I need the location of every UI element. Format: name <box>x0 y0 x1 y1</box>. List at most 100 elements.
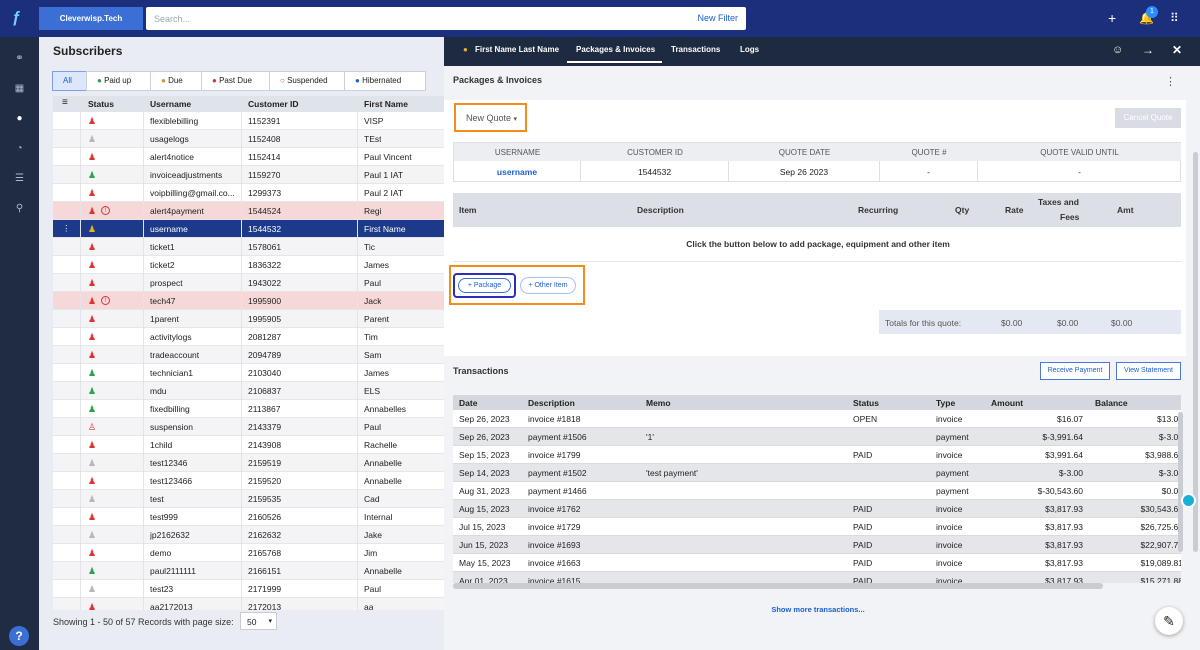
filter-past-due[interactable]: ● Past Due <box>201 71 270 91</box>
table-row[interactable]: ♟ test 2159535 Cad <box>53 490 445 508</box>
table-row[interactable]: ♟ alert4notice 1152414 Paul Vincent <box>53 148 445 166</box>
table-row[interactable]: ♟ ticket1 1578061 Tic <box>53 238 445 256</box>
search-input[interactable]: Search... <box>154 14 190 24</box>
username-cell: technician1 <box>150 368 194 378</box>
transaction-row[interactable]: Jun 15, 2023 invoice #1693 PAID invoice $3,8… <box>453 536 1181 554</box>
table-row[interactable]: ⋮ ♟ username 1544532 First Name <box>53 220 445 238</box>
tab-name[interactable]: First Name Last Name <box>475 45 559 54</box>
table-row[interactable]: ♟ prospect 1943022 Paul <box>53 274 445 292</box>
column-menu-icon[interactable]: ≡ <box>62 97 68 108</box>
filter-suspended[interactable]: ○ Suspended <box>269 71 345 91</box>
show-more-transactions-link[interactable]: Show more transactions... <box>444 605 1192 614</box>
add-icon[interactable]: + <box>1108 11 1116 25</box>
tab-packages-invoices[interactable]: Packages & Invoices <box>576 45 655 54</box>
tx-description: invoice #1615 <box>528 576 581 583</box>
col-first-name[interactable]: First Name <box>364 99 408 109</box>
more-options-icon[interactable]: ⋮ <box>1165 75 1176 88</box>
table-row[interactable]: ♟ fixedbilling 2113867 Annabelles <box>53 400 445 418</box>
cancel-quote-button[interactable]: Cancel Quote <box>1115 108 1181 128</box>
table-row[interactable]: ♟ test12346 2159519 Annabelle <box>53 454 445 472</box>
apps-grid-icon[interactable]: ⠿ <box>1170 11 1179 25</box>
table-row[interactable]: ♟ 1parent 1995905 Parent <box>53 310 445 328</box>
table-row[interactable]: ♟ test123466 2159520 Annabelle <box>53 472 445 490</box>
filter-due[interactable]: ● Due <box>150 71 202 91</box>
table-row[interactable]: ♟ jp2162632 2162632 Jake <box>53 526 445 544</box>
table-row[interactable]: ♟ invoiceadjustments 1159270 Paul 1 IAT <box>53 166 445 184</box>
chat-widget-icon[interactable] <box>1181 493 1196 508</box>
table-row[interactable]: ♙ suspension 2143379 Paul <box>53 418 445 436</box>
global-search[interactable]: Search... New Filter <box>146 7 746 30</box>
table-row[interactable]: ♟! tech47 1995900 Jack <box>53 292 445 310</box>
tx-col[interactable]: Description <box>528 398 575 408</box>
row-menu-icon[interactable]: ⋮ <box>62 223 71 234</box>
transaction-row[interactable]: Aug 15, 2023 invoice #1762 PAID invoice $3,8… <box>453 500 1181 518</box>
table-row[interactable]: ♟! alert4payment 1544524 Regi <box>53 202 445 220</box>
close-icon[interactable]: ✕ <box>1172 43 1182 57</box>
col-status[interactable]: Status <box>88 99 114 109</box>
table-row[interactable]: ♟ usagelogs 1152408 TEst <box>53 130 445 148</box>
add-package-button[interactable]: + Package <box>458 278 511 293</box>
arrow-right-icon[interactable]: → <box>1142 43 1154 57</box>
table-row[interactable]: ♟ mdu 2106837 ELS <box>53 382 445 400</box>
filter-all[interactable]: All <box>52 71 87 91</box>
tab-logs[interactable]: Logs <box>740 45 759 54</box>
transaction-row[interactable]: Jul 15, 2023 invoice #1729 PAID invoice $3,8… <box>453 518 1181 536</box>
transaction-row[interactable]: Sep 14, 2023 payment #1502 'test payment' p… <box>453 464 1181 482</box>
first-name-cell: Paul 2 IAT <box>364 188 404 198</box>
filter-hibernated[interactable]: ● Hibernated <box>344 71 426 91</box>
link-icon[interactable]: ⚭ <box>13 53 26 65</box>
username-cell: alert4payment <box>150 206 204 216</box>
map-pin-icon[interactable]: ⚲ <box>13 203 26 215</box>
table-row[interactable]: ♟ aa2172013 2172013 aa <box>53 598 445 610</box>
panel-scrollbar[interactable] <box>1193 152 1198 552</box>
view-statement-button[interactable]: View Statement <box>1116 362 1181 380</box>
receive-payment-button[interactable]: Receive Payment <box>1040 362 1110 380</box>
tx-col[interactable]: Balance <box>1095 398 1128 408</box>
transaction-row[interactable]: Sep 26, 2023 invoice #1818 OPEN invoice $16.… <box>453 410 1181 428</box>
table-row[interactable]: ♟ paul2111111 2166151 Annabelle <box>53 562 445 580</box>
col-customer-id[interactable]: Customer ID <box>248 99 299 109</box>
quote-username-link[interactable]: username <box>454 161 581 182</box>
tx-col[interactable]: Memo <box>646 398 671 408</box>
transaction-row[interactable]: Sep 15, 2023 invoice #1799 PAID invoice $3,9… <box>453 446 1181 464</box>
smiley-icon[interactable]: ☺ <box>1112 44 1123 56</box>
user-status-icon: ♟ <box>88 494 97 504</box>
dashboard-icon[interactable]: ▦ <box>13 83 26 95</box>
user-icon[interactable]: ● <box>13 113 26 125</box>
table-scrollbar[interactable] <box>1178 412 1183 552</box>
col-username[interactable]: Username <box>150 99 191 109</box>
table-row[interactable]: ♟ 1child 2143908 Rachelle <box>53 436 445 454</box>
tx-col[interactable]: Amount <box>991 398 1023 408</box>
tab-transactions[interactable]: Transactions <box>671 45 720 54</box>
table-row[interactable]: ♟ activitylogs 2081287 Tim <box>53 328 445 346</box>
horizontal-scrollbar[interactable] <box>453 583 1103 589</box>
table-row[interactable]: ♟ flexiblebilling 1152391 VISP <box>53 112 445 130</box>
transaction-row[interactable]: Apr 01, 2023 invoice #1615 PAID invoice $3,8… <box>453 572 1181 583</box>
filter-paid-up[interactable]: ● Paid up <box>86 71 151 91</box>
page-size-select[interactable]: 50 ▾ <box>240 612 277 630</box>
tx-col[interactable]: Date <box>459 398 477 408</box>
username-cell: 1parent <box>150 314 179 324</box>
new-quote-dropdown[interactable]: New Quote ▾ <box>454 103 527 132</box>
new-filter-link[interactable]: New Filter <box>697 13 738 23</box>
table-row[interactable]: ♟ tradeaccount 2094789 Sam <box>53 346 445 364</box>
transaction-row[interactable]: Aug 31, 2023 payment #1466 payment $-30,543… <box>453 482 1181 500</box>
speedometer-icon[interactable]: ◔ <box>13 143 26 155</box>
table-row[interactable]: ♟ test23 2171999 Paul <box>53 580 445 598</box>
table-row[interactable]: ♟ technician1 2103040 James <box>53 364 445 382</box>
table-row[interactable]: ♟ voipbilling@gmail.co... 1299373 Paul 2 IA… <box>53 184 445 202</box>
table-row[interactable]: ♟ demo 2165768 Jim <box>53 544 445 562</box>
tx-col[interactable]: Type <box>936 398 955 408</box>
app-logo-icon[interactable]: ƒ <box>12 9 26 27</box>
add-other-item-button[interactable]: + Other Item <box>520 277 576 294</box>
table-row[interactable]: ♟ test999 2160526 Internal <box>53 508 445 526</box>
transaction-row[interactable]: Sep 26, 2023 payment #1506 '1' payment $-3,9… <box>453 428 1181 446</box>
table-row[interactable]: ♟ ticket2 1836322 James <box>53 256 445 274</box>
quick-action-icon[interactable]: ✎ <box>1155 607 1183 635</box>
transaction-row[interactable]: May 15, 2023 invoice #1663 PAID invoice $3,8… <box>453 554 1181 572</box>
tx-description: payment #1502 <box>528 468 587 478</box>
brand-button[interactable]: Cleverwisp.Tech <box>39 7 143 30</box>
help-icon[interactable]: ? <box>9 626 29 646</box>
list-icon[interactable]: ☰ <box>13 173 26 185</box>
tx-col[interactable]: Status <box>853 398 879 408</box>
